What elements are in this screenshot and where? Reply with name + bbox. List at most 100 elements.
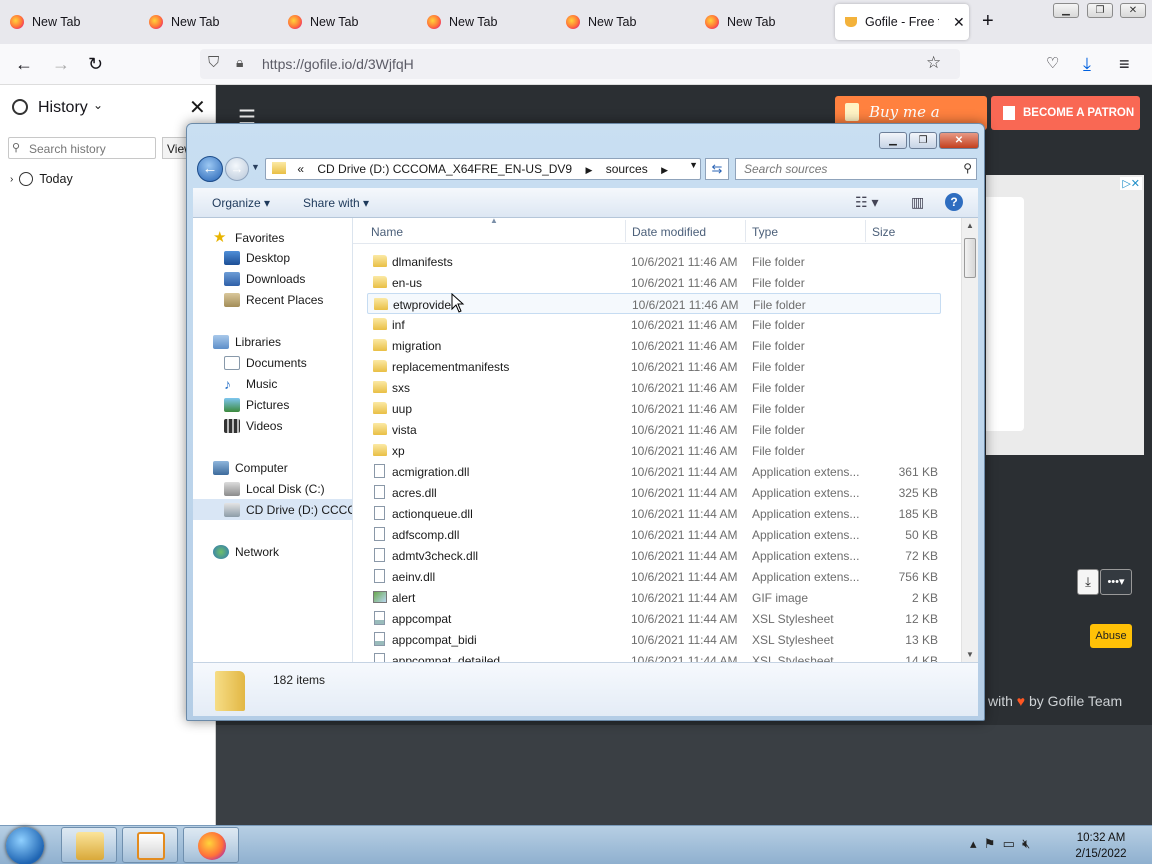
file-row[interactable]: admtv3check.dll 10/6/2021 11:44 AM Applica… bbox=[367, 545, 941, 566]
column-header-date[interactable]: Date modified bbox=[632, 225, 706, 239]
bookmark-star-icon[interactable]: ☆ bbox=[926, 53, 941, 73]
download-icon[interactable]: ⤓ bbox=[1083, 53, 1091, 75]
sidebar-title[interactable]: History bbox=[38, 99, 88, 117]
file-row[interactable]: aeinv.dll 10/6/2021 11:44 AM Application e… bbox=[367, 566, 941, 587]
file-row[interactable]: appcompat_detailed 10/6/2021 11:44 AM XSL … bbox=[367, 650, 941, 662]
tab-new-tab-3[interactable]: New Tab bbox=[278, 0, 417, 44]
file-row[interactable]: adfscomp.dll 10/6/2021 11:44 AM Applicatio… bbox=[367, 524, 941, 545]
file-row[interactable]: uup 10/6/2021 11:46 AM File folder bbox=[367, 398, 941, 419]
column-header-name[interactable]: Name bbox=[371, 225, 403, 239]
column-divider[interactable] bbox=[625, 220, 626, 242]
file-row[interactable]: acmigration.dll 10/6/2021 11:44 AM Applica… bbox=[367, 461, 941, 482]
breadcrumb-separator-icon[interactable]: ▶ bbox=[661, 165, 668, 175]
help-icon[interactable]: ? bbox=[945, 193, 963, 211]
new-tab-button[interactable]: + bbox=[982, 10, 994, 33]
forward-icon[interactable]: → bbox=[52, 53, 70, 75]
scrollbar-thumb[interactable] bbox=[964, 238, 976, 278]
breadcrumb-overflow[interactable]: « bbox=[297, 162, 304, 176]
breadcrumb-separator-icon[interactable]: ▶ bbox=[585, 165, 592, 175]
column-header-size[interactable]: Size bbox=[872, 225, 895, 239]
system-tray[interactable]: ▴ ⚑ ▭ 🔇︎ bbox=[970, 836, 1030, 852]
adchoices-icon[interactable]: ▷✕ bbox=[1120, 177, 1142, 190]
column-divider[interactable] bbox=[865, 220, 866, 242]
url-bar[interactable]: ⛉ 🔒︎ https://gofile.io/d/3WjfqH ☆ bbox=[200, 49, 960, 79]
nav-downloads[interactable]: Downloads bbox=[224, 272, 305, 286]
reload-icon[interactable]: ↻ bbox=[88, 53, 103, 75]
file-row[interactable]: appcompat_bidi 10/6/2021 11:44 AM XSL Styl… bbox=[367, 629, 941, 650]
recent-pages-dropdown-icon[interactable]: ▼ bbox=[251, 162, 260, 172]
download-file-button[interactable]: ⤓ bbox=[1077, 569, 1099, 595]
tab-new-tab-4[interactable]: New Tab bbox=[417, 0, 556, 44]
tab-new-tab-1[interactable]: New Tab bbox=[0, 0, 139, 44]
file-row[interactable]: sxs 10/6/2021 11:46 AM File folder bbox=[367, 377, 941, 398]
scroll-up-arrow-icon[interactable]: ▲ bbox=[966, 221, 974, 230]
search-icon[interactable]: ⚲ bbox=[963, 161, 972, 175]
file-row[interactable]: inf 10/6/2021 11:46 AM File folder bbox=[367, 314, 941, 335]
back-icon[interactable]: ← bbox=[15, 53, 33, 75]
lock-icon[interactable]: 🔒︎ bbox=[236, 54, 243, 71]
search-history-input[interactable]: Search history bbox=[8, 137, 156, 159]
view-options-icon[interactable]: ☷ ▾ bbox=[855, 194, 878, 211]
explorer-close-button[interactable]: ✕ bbox=[939, 132, 979, 149]
file-row[interactable]: actionqueue.dll 10/6/2021 11:44 AM Applica… bbox=[367, 503, 941, 524]
share-with-menu[interactable]: Share with ▾ bbox=[303, 196, 369, 210]
organize-menu[interactable]: Organize ▾ bbox=[212, 196, 270, 210]
address-bar[interactable]: « CD Drive (D:) CCCOMA_X64FRE_EN-US_DV9 … bbox=[265, 158, 701, 180]
column-header-type[interactable]: Type bbox=[752, 225, 778, 239]
start-button[interactable] bbox=[6, 827, 44, 864]
maximize-button[interactable]: ❐ bbox=[1087, 3, 1113, 18]
close-window-button[interactable]: ✕ bbox=[1120, 3, 1146, 18]
tab-new-tab-5[interactable]: New Tab bbox=[556, 0, 695, 44]
pocket-icon[interactable]: ♡ bbox=[1046, 53, 1059, 75]
close-tab-icon[interactable]: ✕ bbox=[953, 14, 965, 31]
advertisement[interactable]: ▷✕ bbox=[986, 175, 1144, 455]
shield-icon[interactable]: ⛉ bbox=[208, 54, 219, 71]
column-divider[interactable] bbox=[745, 220, 746, 242]
search-sources-input[interactable]: Search sources ⚲ bbox=[735, 158, 977, 180]
nav-libraries[interactable]: Libraries bbox=[213, 335, 281, 349]
nav-cd-drive[interactable]: CD Drive (D:) CCCOMA_X64FRE_EN-US_DV9 bbox=[224, 503, 352, 517]
chevron-right-icon[interactable]: › bbox=[10, 174, 13, 185]
chevron-down-icon[interactable]: ⌄ bbox=[93, 98, 103, 112]
file-row[interactable]: xp 10/6/2021 11:46 AM File folder bbox=[367, 440, 941, 461]
nav-music[interactable]: ♪ Music bbox=[224, 377, 277, 391]
nav-desktop[interactable]: Desktop bbox=[224, 251, 290, 265]
minimize-button[interactable]: ▁ bbox=[1053, 3, 1079, 18]
explorer-maximize-button[interactable]: ❐ bbox=[909, 132, 937, 149]
abuse-button[interactable]: Abuse bbox=[1090, 624, 1132, 648]
url-text[interactable]: https://gofile.io/d/3WjfqH bbox=[262, 56, 414, 72]
history-group-today[interactable]: › Today bbox=[10, 172, 73, 186]
file-row[interactable]: acres.dll 10/6/2021 11:44 AM Application e… bbox=[367, 482, 941, 503]
scroll-down-arrow-icon[interactable]: ▼ bbox=[966, 650, 974, 659]
nav-videos[interactable]: Videos bbox=[224, 419, 282, 433]
file-row[interactable]: replacementmanifests 10/6/2021 11:46 AM Fi… bbox=[367, 356, 941, 377]
clock[interactable]: 10:32 AM 2/15/2022 bbox=[1072, 830, 1130, 862]
file-row[interactable]: en-us 10/6/2021 11:46 AM File folder bbox=[367, 272, 941, 293]
nav-recent-places[interactable]: Recent Places bbox=[224, 293, 323, 307]
refresh-button[interactable]: ⇆ bbox=[705, 158, 729, 180]
tab-new-tab-2[interactable]: New Tab bbox=[139, 0, 278, 44]
become-a-patron-button[interactable]: BECOME A PATRON bbox=[991, 96, 1140, 130]
close-sidebar-icon[interactable]: ✕ bbox=[189, 95, 206, 120]
nav-favorites[interactable]: ★ Favorites bbox=[213, 230, 284, 246]
file-row[interactable]: alert 10/6/2021 11:44 AM GIF image 2 KB bbox=[367, 587, 941, 608]
forward-button[interactable]: → bbox=[225, 157, 249, 181]
address-dropdown-icon[interactable]: ▼ bbox=[689, 160, 698, 170]
preview-pane-icon[interactable]: ▥ bbox=[911, 194, 924, 211]
nav-network[interactable]: Network bbox=[213, 545, 279, 559]
file-row[interactable]: migration 10/6/2021 11:46 AM File folder bbox=[367, 335, 941, 356]
menu-icon[interactable]: ≡ bbox=[1119, 53, 1130, 75]
taskbar-explorer-button[interactable] bbox=[61, 827, 117, 863]
taskbar-media-player-button[interactable] bbox=[122, 827, 178, 863]
file-row[interactable]: appcompat 10/6/2021 11:44 AM XSL Styleshee… bbox=[367, 608, 941, 629]
nav-local-disk[interactable]: Local Disk (C:) bbox=[224, 482, 325, 496]
taskbar-firefox-button[interactable] bbox=[183, 827, 239, 863]
vertical-scrollbar[interactable]: ▲ ▼ bbox=[961, 218, 978, 662]
breadcrumb-cd-drive[interactable]: CD Drive (D:) CCCOMA_X64FRE_EN-US_DV9 bbox=[317, 162, 572, 176]
file-row[interactable]: vista 10/6/2021 11:46 AM File folder bbox=[367, 419, 941, 440]
nav-computer[interactable]: Computer bbox=[213, 461, 288, 475]
explorer-minimize-button[interactable]: ▁ bbox=[879, 132, 907, 149]
tab-new-tab-6[interactable]: New Tab bbox=[695, 0, 834, 44]
back-button[interactable]: ← bbox=[197, 156, 223, 182]
more-options-button[interactable]: •••▾ bbox=[1100, 569, 1132, 595]
